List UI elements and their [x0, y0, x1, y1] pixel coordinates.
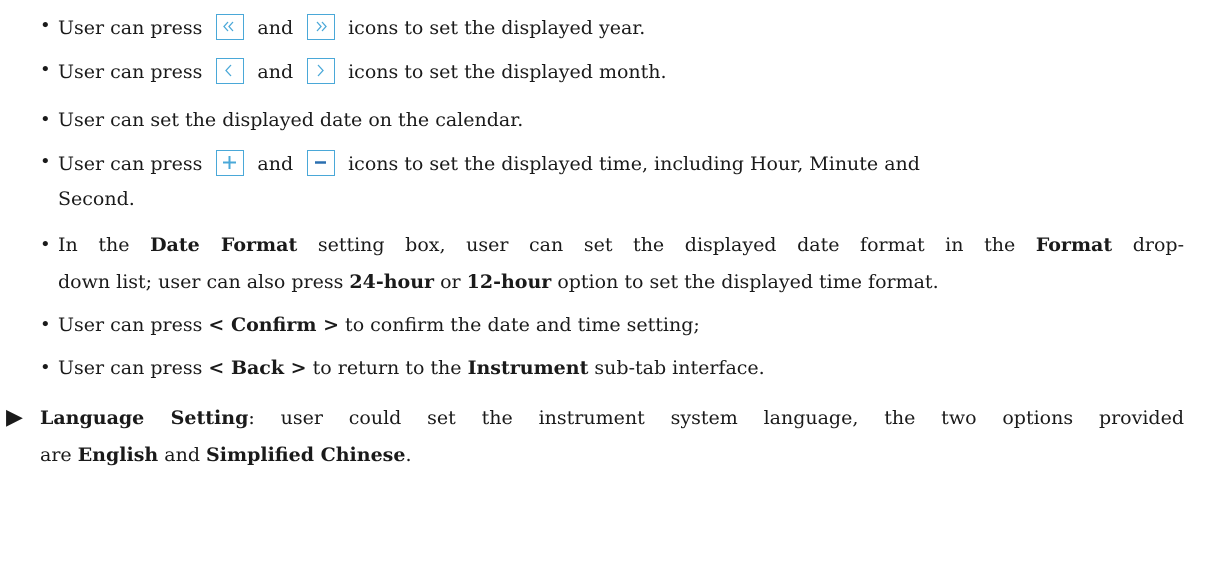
text: .	[405, 444, 412, 466]
text-post: icons to set the displayed month.	[348, 61, 667, 83]
language-text-line2: are English and Simplified Chinese.	[40, 443, 412, 467]
text-pre: User can press	[58, 153, 203, 175]
bold-language-setting: Language Setting	[40, 407, 249, 429]
text-mid: and	[257, 153, 294, 175]
text: are	[40, 444, 78, 466]
bold-back: < Back >	[208, 357, 307, 379]
bullet-dot: •	[40, 109, 51, 130]
text: to confirm the date and time setting;	[339, 314, 700, 336]
bullet-text: User can press and icons to set the displa…	[58, 150, 920, 176]
text: setting box, user can set the displayed …	[297, 234, 1036, 256]
bullet-text: User can press and icons to set the displa…	[58, 58, 667, 84]
bold-simplified-chinese: Simplified Chinese	[206, 444, 406, 466]
plus-icon[interactable]	[216, 150, 245, 176]
text: User can press	[58, 314, 209, 336]
right-arrow-icon[interactable]	[307, 58, 336, 84]
bullet-text-line2: Second.	[58, 188, 135, 210]
text: or	[434, 271, 467, 293]
bold-12-hour: 12-hour	[466, 271, 552, 293]
bold-format: Format	[1035, 234, 1113, 256]
bullet-dot: •	[40, 59, 51, 80]
text: User can press	[58, 357, 209, 379]
text: option to set the displayed time format.	[551, 271, 939, 293]
double-left-arrow-icon[interactable]	[216, 14, 245, 40]
bold-confirm: < Confirm >	[208, 314, 340, 336]
left-arrow-icon[interactable]	[216, 58, 245, 84]
text: sub-tab interface.	[588, 357, 765, 379]
bullet-text-line2: down list; user can also press 24-hour o…	[58, 270, 939, 294]
text-post: icons to set the displayed time, includi…	[348, 153, 920, 175]
text-mid: and	[257, 17, 294, 39]
text-mid: and	[257, 61, 294, 83]
text: drop-	[1112, 234, 1185, 256]
text-pre: User can press	[58, 61, 203, 83]
bullet-dot: •	[40, 357, 51, 378]
bullet-dot: •	[40, 151, 51, 172]
bullet-text: In the Date Format setting box, user can…	[58, 233, 1184, 257]
bold-english: English	[77, 444, 159, 466]
bullet-text: User can press < Back > to return to the…	[58, 356, 765, 380]
text-pre: User can press	[58, 17, 203, 39]
text: In the	[58, 234, 151, 256]
double-right-arrow-icon[interactable]	[307, 14, 336, 40]
bullet-dot: •	[40, 234, 51, 255]
bullet-text: User can set the displayed date on the c…	[58, 109, 524, 131]
text: down list; user can also press	[58, 271, 350, 293]
bullet-text: User can press < Confirm > to confirm th…	[58, 313, 700, 337]
text-post: icons to set the displayed year.	[348, 17, 646, 39]
text: to return to the	[306, 357, 468, 379]
bold-24-hour: 24-hour	[349, 271, 435, 293]
bold-date-format: Date Format	[150, 234, 298, 256]
text: and	[158, 444, 207, 466]
triangle-arrow-icon: ▶	[6, 405, 23, 430]
bullet-dot: •	[40, 314, 51, 335]
bold-instrument: Instrument	[467, 357, 589, 379]
minus-icon[interactable]	[307, 150, 336, 176]
language-text: Language Setting: user could set the ins…	[40, 406, 1184, 430]
bullet-dot: •	[40, 15, 51, 36]
bullet-text: User can press and icons to set the displa…	[58, 14, 645, 40]
text: : user could set the instrument system l…	[248, 407, 1185, 429]
